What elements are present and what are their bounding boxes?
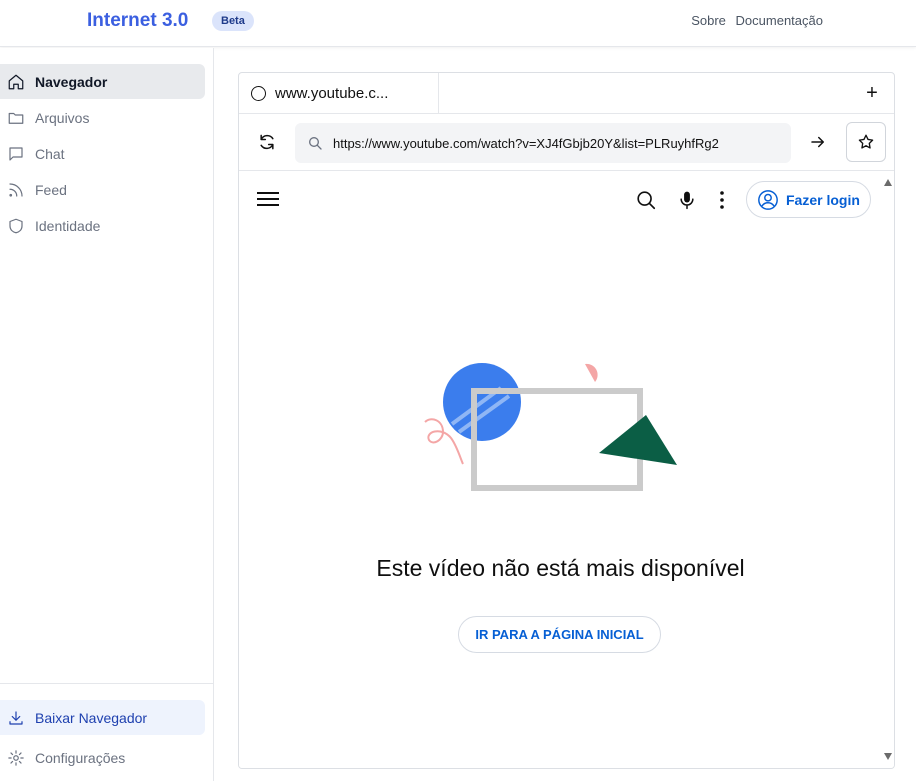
sidebar-item-label: Identidade (35, 217, 101, 234)
rss-icon (0, 181, 35, 199)
sidebar-item-identidade[interactable]: Identidade (0, 208, 205, 243)
go-home-button[interactable]: IR PARA A PÁGINA INICIAL (458, 616, 661, 653)
download-icon (0, 709, 35, 727)
beta-badge: Beta (212, 11, 254, 31)
home-icon (0, 73, 35, 91)
tab-bar: www.youtube.c... + (239, 73, 894, 114)
app-title[interactable]: Internet 3.0 (87, 10, 188, 32)
reload-icon[interactable] (257, 132, 277, 152)
sidebar-item-label: Feed (35, 181, 67, 198)
sidebar-item-label: Arquivos (35, 109, 90, 126)
star-icon (858, 134, 874, 149)
sidebar-item-navegador[interactable]: Navegador (0, 64, 205, 99)
folder-icon (0, 109, 35, 127)
sign-in-label: Fazer login (786, 191, 860, 208)
browser-tab[interactable]: www.youtube.c... (239, 73, 439, 114)
url-input[interactable] (333, 135, 743, 151)
sidebar-item-chat[interactable]: Chat (0, 136, 205, 171)
web-content: Fazer login Este vídeo não está mais dis… (239, 172, 882, 768)
video-unavailable-illustration (424, 363, 677, 491)
download-browser-label: Baixar Navegador (35, 709, 148, 726)
header-links: Sobre Documentação (685, 13, 823, 28)
gear-icon (0, 749, 35, 767)
scrollbar[interactable] (882, 172, 894, 768)
url-field-container (295, 123, 791, 163)
more-vertical-icon[interactable] (719, 190, 725, 210)
sidebar-item-label: Chat (35, 145, 65, 162)
settings-item[interactable]: Configurações (0, 740, 205, 775)
arrow-right-icon[interactable] (809, 133, 827, 151)
hamburger-menu-icon[interactable] (257, 192, 279, 210)
sidebar-divider (0, 683, 213, 684)
top-header: Internet 3.0 Beta Sobre Documentação (0, 0, 916, 47)
microphone-icon[interactable] (677, 189, 697, 211)
about-link[interactable]: Sobre (691, 13, 726, 28)
scroll-up-arrow-icon[interactable] (884, 179, 892, 186)
shield-icon (0, 217, 35, 235)
sidebar: Navegador Arquivos Chat Feed Identidade … (0, 48, 214, 781)
browser-panel: www.youtube.c... + Fazer login (238, 72, 895, 769)
account-icon (758, 189, 778, 210)
settings-label: Configurações (35, 749, 126, 766)
sidebar-item-label: Navegador (35, 73, 108, 90)
chat-icon (0, 145, 35, 163)
documentation-link[interactable]: Documentação (736, 13, 823, 28)
sidebar-item-arquivos[interactable]: Arquivos (0, 100, 205, 135)
sidebar-item-feed[interactable]: Feed (0, 172, 205, 207)
bookmark-button[interactable] (846, 122, 886, 162)
tab-loading-circle-icon (251, 86, 266, 101)
download-browser-button[interactable]: Baixar Navegador (0, 700, 205, 735)
sign-in-button[interactable]: Fazer login (746, 181, 871, 218)
search-icon (309, 137, 322, 150)
address-bar-row (239, 114, 894, 171)
search-icon[interactable] (635, 189, 657, 211)
unavailable-message: Este vídeo não está mais disponível (376, 555, 745, 581)
new-tab-button[interactable]: + (862, 82, 882, 105)
scroll-down-arrow-icon[interactable] (884, 753, 892, 760)
tab-title: www.youtube.c... (275, 85, 389, 102)
